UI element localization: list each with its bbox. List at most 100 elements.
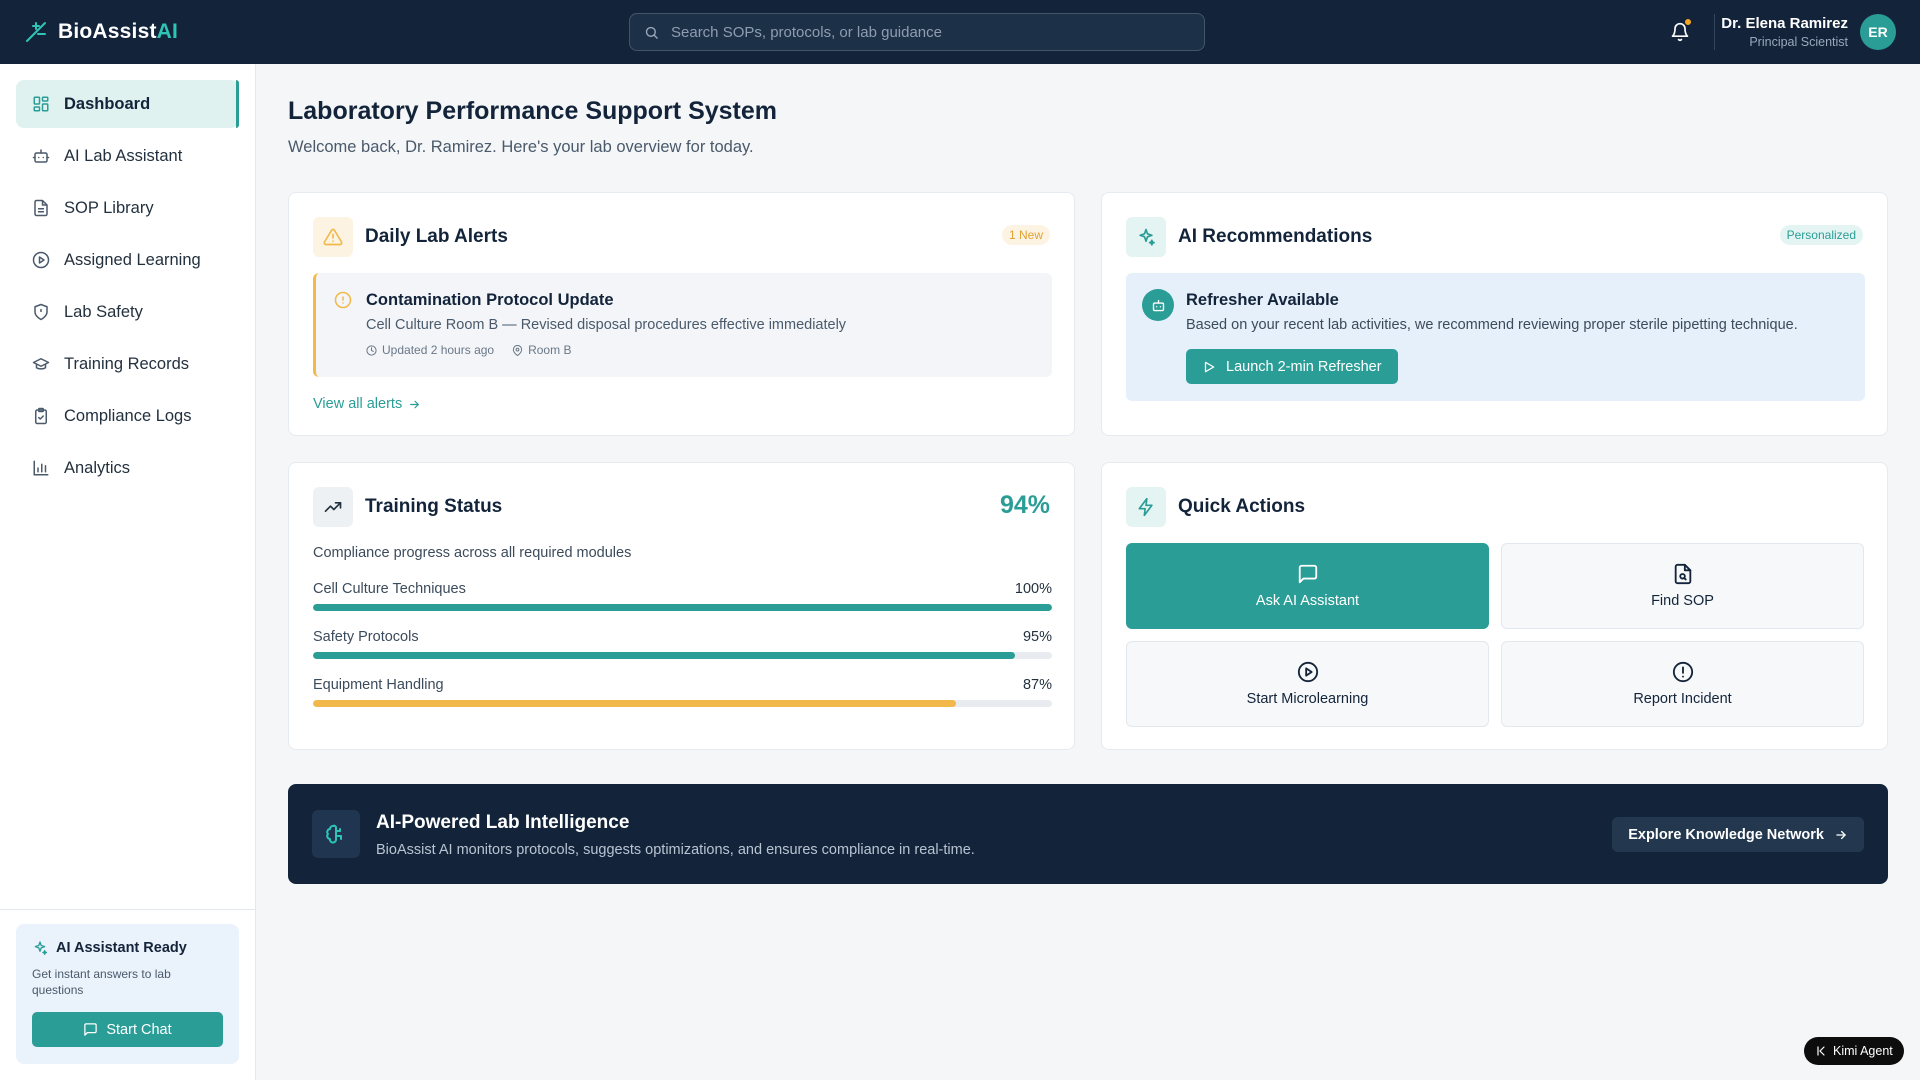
- clipboard-check-icon: [35, 407, 47, 425]
- brand-name: BioAssistAI: [58, 20, 179, 43]
- recommendation-item: Refresher Available Based on your recent…: [1126, 273, 1865, 401]
- daily-lab-alerts-card: Daily Lab Alerts 1 New Contamination Pro…: [288, 192, 1075, 436]
- bar-chart-icon: [33, 460, 49, 476]
- sidebar-item-ai-lab-assistant[interactable]: AI Lab Assistant: [16, 132, 239, 180]
- user-name: Dr. Elena Ramirez: [1721, 15, 1848, 32]
- card-icon: [313, 487, 353, 527]
- ai-assistant-card: AI Assistant Ready Get instant answers t…: [16, 924, 239, 1064]
- card-icon: [1126, 487, 1166, 527]
- shield-icon: [34, 303, 48, 321]
- card-title: Quick Actions: [1178, 496, 1306, 517]
- notification-dot: [1684, 18, 1692, 26]
- search-bar[interactable]: [629, 13, 1205, 51]
- sidebar-item-label: Analytics: [64, 458, 131, 477]
- card-header: Quick Actions: [1126, 487, 1305, 527]
- card-title: AI Recommendations: [1178, 226, 1373, 247]
- search-icon: [645, 26, 658, 39]
- map-pin-icon: [512, 344, 523, 356]
- page-title: Laboratory Performance Support System: [288, 97, 778, 125]
- sidebar-item-label: Compliance Logs: [64, 406, 192, 425]
- report-incident-button[interactable]: Report Incident: [1501, 641, 1864, 727]
- sparkles-icon: [34, 941, 48, 955]
- arrow-right-icon: [1836, 830, 1846, 839]
- alert-desc: Cell Culture Room B — Revised disposal p…: [366, 317, 847, 333]
- sidebar-item-lab-safety[interactable]: Lab Safety: [16, 288, 239, 336]
- grid-icon: [33, 96, 49, 112]
- module-name: Cell Culture Techniques: [313, 581, 466, 597]
- sidebar-item-assigned-learning[interactable]: Assigned Learning: [16, 236, 239, 284]
- progress-row: Safety Protocols 95%: [313, 629, 1052, 659]
- sidebar-item-analytics[interactable]: Analytics: [16, 444, 239, 492]
- progress-track: [313, 652, 1052, 659]
- brand-logo[interactable]: BioAssistAI: [24, 0, 178, 64]
- card-header: Daily Lab Alerts: [313, 217, 508, 257]
- divider: [1714, 14, 1715, 50]
- sidebar-item-training-records[interactable]: Training Records: [16, 340, 239, 388]
- progress-fill: [313, 604, 1052, 611]
- alert-circle-icon: [1672, 661, 1693, 683]
- sidebar-item-label: Training Records: [64, 354, 190, 373]
- ai-recommendations-card: AI Recommendations Personalized Refreshe…: [1101, 192, 1888, 436]
- ai-intelligence-banner: AI-Powered Lab Intelligence BioAssist AI…: [288, 784, 1888, 884]
- play-circle-icon: [1297, 661, 1318, 683]
- notifications-button[interactable]: [1668, 18, 1692, 44]
- module-name: Safety Protocols: [313, 629, 419, 645]
- trending-up-icon: [324, 502, 342, 512]
- alert-updated: Updated 2 hours ago: [366, 343, 494, 357]
- card-title: Training Status: [365, 496, 503, 517]
- sidebar-item-label: AI Lab Assistant: [64, 146, 183, 165]
- kimi-logo-icon: [1817, 1046, 1825, 1056]
- explore-knowledge-network-button[interactable]: Explore Knowledge Network: [1612, 817, 1864, 852]
- sidebar-item-dashboard[interactable]: Dashboard: [16, 80, 239, 128]
- sidebar-item-label: Assigned Learning: [64, 250, 201, 269]
- sidebar-item-label: Dashboard: [64, 94, 151, 113]
- view-all-alerts-link[interactable]: View all alerts: [313, 396, 421, 412]
- alert-item[interactable]: Contamination Protocol Update Cell Cultu…: [313, 273, 1052, 377]
- new-badge: 1 New: [1001, 225, 1050, 245]
- card-title: Daily Lab Alerts: [365, 226, 508, 247]
- sidebar-item-sop-library[interactable]: SOP Library: [16, 184, 239, 232]
- sidebar-item-label: SOP Library: [64, 198, 154, 217]
- progress-row: Cell Culture Techniques 100%: [313, 581, 1052, 611]
- module-percent: 87%: [1022, 677, 1052, 693]
- sidebar-item-compliance-logs[interactable]: Compliance Logs: [16, 392, 239, 440]
- progress-row: Equipment Handling 87%: [313, 677, 1052, 707]
- module-name: Equipment Handling: [313, 677, 444, 693]
- chat-icon: [1298, 564, 1317, 584]
- lightning-icon: [1138, 497, 1153, 517]
- recommendation-title: Refresher Available: [1186, 291, 1339, 309]
- launch-refresher-button[interactable]: Launch 2-min Refresher: [1186, 349, 1398, 384]
- search-input[interactable]: [671, 23, 1204, 41]
- info-circle-icon: [334, 291, 352, 309]
- module-percent: 100%: [1014, 581, 1052, 597]
- progress-fill: [313, 652, 1016, 659]
- robot-icon: [32, 149, 50, 163]
- top-bar: BioAssistAI Dr. Elena Ramirez Principal …: [0, 0, 1920, 64]
- file-search-icon: [1674, 563, 1691, 585]
- sparkles-icon: [1139, 228, 1155, 246]
- brain-icon: [312, 810, 360, 858]
- chat-icon: [84, 1023, 98, 1036]
- arrow-right-icon: [410, 400, 420, 408]
- document-icon: [34, 199, 48, 217]
- recommendation-desc: Based on your recent lab activities, we …: [1186, 317, 1798, 333]
- module-percent: 95%: [1022, 629, 1052, 645]
- banner-title: AI-Powered Lab Intelligence: [376, 812, 630, 833]
- kimi-agent-badge[interactable]: Kimi Agent: [1804, 1037, 1904, 1065]
- play-icon: [1204, 361, 1215, 372]
- user-role: Principal Scientist: [1749, 35, 1848, 49]
- assistant-card-title: AI Assistant Ready: [32, 940, 223, 956]
- progress-fill: [313, 700, 956, 707]
- user-info[interactable]: Dr. Elena Ramirez Principal Scientist: [1721, 15, 1848, 49]
- alert-location: Room B: [512, 343, 571, 357]
- robot-icon: [1142, 289, 1174, 321]
- ask-ai-assistant-button[interactable]: Ask AI Assistant: [1126, 543, 1489, 629]
- warning-triangle-icon: [323, 228, 343, 246]
- sidebar-nav: Dashboard AI Lab Assistant SOP Library A…: [0, 64, 255, 512]
- find-sop-button[interactable]: Find SOP: [1501, 543, 1864, 629]
- molecule-logo-icon: [26, 22, 46, 42]
- avatar[interactable]: ER: [1860, 14, 1896, 50]
- start-chat-button[interactable]: Start Chat: [32, 1012, 223, 1047]
- start-microlearning-button[interactable]: Start Microlearning: [1126, 641, 1489, 727]
- card-header: Training Status: [313, 487, 502, 527]
